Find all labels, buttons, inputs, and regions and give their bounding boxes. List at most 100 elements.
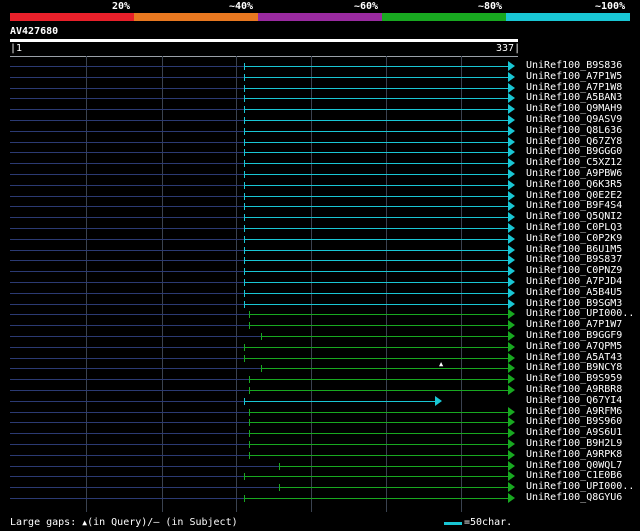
hit-bar[interactable] [261,368,509,369]
hit-bar[interactable] [244,401,436,402]
hit-name[interactable]: UniRef100_Q6K3R5 [526,179,622,190]
hit-bar[interactable] [244,77,509,78]
hit-arrow-icon [508,115,515,125]
hit-name[interactable]: UniRef100_A7P1W7 [526,319,622,330]
hit-bar[interactable] [249,444,509,445]
unaligned-query-line [10,66,244,67]
hit-name[interactable]: UniRef100_B9F4S4 [526,200,622,211]
hit-bar[interactable] [244,347,509,348]
hit-bar[interactable] [279,487,509,488]
hit-name[interactable]: UniRef100_B9H2L9 [526,438,622,449]
unaligned-query-line [10,196,244,197]
hit-name[interactable]: UniRef100_A9RPK8 [526,449,622,460]
hit-bar[interactable] [244,239,509,240]
hit-arrow-icon [508,72,515,82]
hit-arrow-icon [508,147,515,157]
hit-name[interactable]: UniRef100_B9GGG0 [526,146,622,157]
hit-bar[interactable] [261,336,509,337]
hit-arrow-icon [508,180,515,190]
hit-bar[interactable] [244,250,509,251]
unaligned-query-line [10,455,249,456]
hit-name[interactable]: UniRef100_Q9MAH9 [526,103,622,114]
hit-name[interactable]: UniRef100_B9S959 [526,373,622,384]
hit-name[interactable]: UniRef100_Q9ASV9 [526,114,622,125]
hit-bar[interactable] [244,304,509,305]
hit-bar[interactable] [244,152,509,153]
hit-name[interactable]: UniRef100_B9S960 [526,416,622,427]
hit-name[interactable]: UniRef100_C1E0B6 [526,470,622,481]
hit-bar[interactable] [244,98,509,99]
unaligned-query-line [10,217,244,218]
hit-name[interactable]: UniRef100_A7P1W5 [526,71,622,82]
unaligned-query-line [10,77,244,78]
hit-name[interactable]: UniRef100_C0PNZ9 [526,265,622,276]
hit-bar[interactable] [249,455,509,456]
hit-name[interactable]: UniRef100_Q67YI4 [526,395,622,406]
unaligned-query-line [10,368,261,369]
hit-bar[interactable] [244,498,509,499]
hit-bar[interactable] [249,433,509,434]
hit-arrow-icon [508,407,515,417]
hit-arrow-icon [508,299,515,309]
hit-bar[interactable] [279,466,509,467]
hit-bar[interactable] [249,422,509,423]
hit-bar[interactable] [244,120,509,121]
hit-name[interactable]: UniRef100_UPI000.. [526,308,634,319]
unaligned-query-line [10,401,244,402]
hit-bar[interactable] [244,131,509,132]
hit-bar[interactable] [244,293,509,294]
hit-bar[interactable] [244,185,509,186]
hit-name[interactable]: UniRef100_A5B4U5 [526,287,622,298]
unaligned-query-line [10,142,244,143]
hit-bar[interactable] [244,142,509,143]
hit-bar[interactable] [244,271,509,272]
hit-bar[interactable] [244,109,509,110]
hit-name[interactable]: UniRef100_C0PLQ3 [526,222,622,233]
hit-name[interactable]: UniRef100_A5BAN3 [526,92,622,103]
subject-gap-text: (in Subject) [159,517,238,528]
hit-name[interactable]: UniRef100_Q8GYU6 [526,492,622,503]
hit-bar[interactable] [244,228,509,229]
query-gap-text: (in Query)/ [87,517,154,528]
hit-name[interactable]: UniRef100_A7PJD4 [526,276,622,287]
hit-bar[interactable] [249,412,509,413]
hit-arrow-icon [508,342,515,352]
hit-name[interactable]: UniRef100_UPI000.. [526,481,634,492]
hit-name[interactable]: UniRef100_C0P2K9 [526,233,622,244]
unaligned-query-line [10,314,249,315]
hit-name[interactable]: UniRef100_B9GGF9 [526,330,622,341]
hit-bar[interactable] [249,314,509,315]
hit-arrow-icon [508,61,515,71]
hit-name[interactable]: UniRef100_Q8L636 [526,125,622,136]
hit-bar[interactable] [249,390,509,391]
hit-name[interactable]: UniRef100_A9RBR8 [526,384,622,395]
hit-bar[interactable] [244,358,509,359]
hit-bar[interactable] [244,163,509,164]
blast-overview-graphic: 20% ~40% ~60% ~80% ~100% AV427680 |1 337… [0,0,640,531]
unaligned-query-line [10,271,244,272]
hit-bar[interactable] [244,282,509,283]
hit-name[interactable]: UniRef100_A9S6U1 [526,427,622,438]
hit-bar[interactable] [249,325,509,326]
hit-name[interactable]: UniRef100_C5XZ12 [526,157,622,168]
hit-name[interactable]: UniRef100_B9S836 [526,60,622,71]
hit-bar[interactable] [244,66,509,67]
hit-name[interactable]: UniRef100_B9S837 [526,254,622,265]
hit-arrow-icon [508,439,515,449]
hit-name[interactable]: UniRef100_A7QPM5 [526,341,622,352]
hit-bar[interactable] [249,379,509,380]
hit-name[interactable]: UniRef100_B9NCY8 [526,362,622,373]
hit-arrow-icon [508,266,515,276]
hit-bar[interactable] [244,217,509,218]
hit-bar[interactable] [244,260,509,261]
hit-bar[interactable] [244,206,509,207]
hit-name[interactable]: UniRef100_A9PBW6 [526,168,622,179]
query-name: AV427680 [10,26,59,37]
hit-bar[interactable] [244,476,509,477]
hit-bar[interactable] [244,196,509,197]
hit-bar[interactable] [244,174,509,175]
hit-arrow-icon [508,471,515,481]
hit-name[interactable]: UniRef100_Q5QNI2 [526,211,622,222]
unaligned-query-line [10,206,244,207]
hit-bar[interactable] [244,88,509,89]
